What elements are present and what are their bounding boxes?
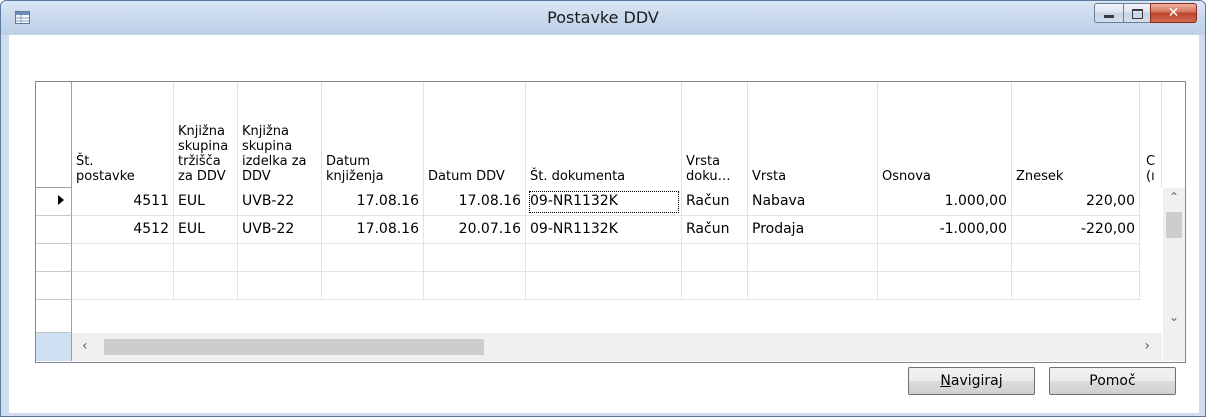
cell-empty[interactable]: [238, 272, 322, 300]
cell-vat-prod-group[interactable]: UVB-22: [238, 188, 322, 216]
column-header-truncated[interactable]: C (ı: [1140, 82, 1162, 188]
cell-amount[interactable]: -220,00: [1012, 216, 1140, 244]
cell-empty[interactable]: [526, 272, 682, 300]
cell-type[interactable]: Nabava: [748, 188, 878, 216]
cell-vat-bus-group[interactable]: EUL: [174, 216, 238, 244]
cell-empty[interactable]: [878, 272, 1012, 300]
cell-empty[interactable]: [682, 244, 748, 272]
row-selector-header[interactable]: [36, 82, 72, 188]
title-bar[interactable]: Postavke DDV ✕: [1, 1, 1205, 35]
cell-amount[interactable]: 220,00: [1012, 188, 1140, 216]
scroll-up-icon[interactable]: ⌃: [1163, 190, 1185, 204]
cell-empty[interactable]: [174, 244, 238, 272]
cell-document-type[interactable]: Račun: [682, 188, 748, 216]
close-icon: ✕: [1167, 5, 1180, 21]
minimize-icon: [1104, 15, 1114, 18]
cell-vat-bus-group[interactable]: EUL: [174, 188, 238, 216]
vertical-scroll-thumb[interactable]: [1166, 212, 1182, 238]
row-selector[interactable]: [36, 300, 72, 333]
cell-document-no[interactable]: 09-NR1132K: [526, 216, 682, 244]
cell-base[interactable]: 1.000,00: [878, 188, 1012, 216]
table-row[interactable]: [72, 272, 1162, 300]
cell-document-type[interactable]: Račun: [682, 216, 748, 244]
row-selector[interactable]: [36, 216, 72, 244]
horizontal-scroll-thumb[interactable]: [104, 339, 484, 355]
cell-empty[interactable]: [322, 272, 424, 300]
table-row[interactable]: [72, 244, 1162, 272]
scroll-left-icon[interactable]: ‹: [82, 338, 88, 354]
scroll-right-icon[interactable]: ›: [1144, 338, 1150, 354]
table-row[interactable]: 4511 EUL UVB-22 17.08.16 17.08.16 09-NR1…: [72, 188, 1162, 216]
current-row-arrow-icon: [58, 195, 64, 205]
grid-corner-selector[interactable]: [36, 333, 72, 361]
column-header-posting-date[interactable]: Datum knjiženja: [322, 82, 424, 188]
cell-entry-no[interactable]: 4512: [72, 216, 174, 244]
row-selector[interactable]: [36, 244, 72, 272]
navigate-accelerator: N: [940, 373, 951, 389]
cell-type[interactable]: Prodaja: [748, 216, 878, 244]
column-header-amount[interactable]: Znesek: [1012, 82, 1140, 188]
dialog-window: Postavke DDV ✕ Št. postavke Knjižna skup…: [0, 0, 1206, 417]
close-button[interactable]: ✕: [1150, 3, 1197, 23]
window-title: Postavke DDV: [547, 8, 659, 27]
cell-empty[interactable]: [748, 244, 878, 272]
cell-posting-date[interactable]: 17.08.16: [322, 188, 424, 216]
cell-empty[interactable]: [1012, 272, 1140, 300]
cell-empty[interactable]: [72, 244, 174, 272]
cell-empty[interactable]: [72, 272, 174, 300]
row-selector[interactable]: [36, 188, 72, 216]
cell-empty[interactable]: [878, 244, 1012, 272]
cell-empty[interactable]: [682, 272, 748, 300]
cell-vat-date[interactable]: 17.08.16: [424, 188, 526, 216]
dialog-content: Št. postavke Knjižna skupina tržišča za …: [9, 35, 1199, 413]
column-header-vat-date[interactable]: Datum DDV: [424, 82, 526, 188]
column-header-vat-bus-posting-group[interactable]: Knjižna skupina tržišča za DDV: [174, 82, 238, 188]
cell-vat-prod-group[interactable]: UVB-22: [238, 216, 322, 244]
cell-empty[interactable]: [526, 244, 682, 272]
vertical-scrollbar[interactable]: ⌃ ⌄: [1163, 188, 1185, 333]
cell-empty[interactable]: [174, 272, 238, 300]
cell-empty[interactable]: [322, 244, 424, 272]
column-header-base[interactable]: Osnova: [878, 82, 1012, 188]
column-header-entry-no[interactable]: Št. postavke: [72, 82, 174, 188]
cell-empty[interactable]: [748, 272, 878, 300]
column-header-vat-prod-posting-group[interactable]: Knjižna skupina izdelka za DDV: [238, 82, 322, 188]
help-button[interactable]: Pomoč: [1049, 367, 1176, 395]
row-selector[interactable]: [36, 272, 72, 300]
table-row[interactable]: 4512 EUL UVB-22 17.08.16 20.07.16 09-NR1…: [72, 216, 1162, 244]
minimize-button[interactable]: [1094, 3, 1123, 23]
column-header-document-type[interactable]: Vrsta doku…: [682, 82, 748, 188]
cell-base[interactable]: -1.000,00: [878, 216, 1012, 244]
horizontal-scrollbar[interactable]: ‹ ›: [72, 333, 1162, 361]
column-header-document-no[interactable]: Št. dokumenta: [526, 82, 682, 188]
cell-entry-no[interactable]: 4511: [72, 188, 174, 216]
cell-empty[interactable]: [1012, 244, 1140, 272]
cell-empty[interactable]: [424, 272, 526, 300]
maximize-icon: [1132, 9, 1143, 19]
cell-empty[interactable]: [238, 244, 322, 272]
cell-empty[interactable]: [424, 244, 526, 272]
scrollbar-corner: [1163, 333, 1185, 361]
cell-posting-date[interactable]: 17.08.16: [322, 216, 424, 244]
column-header-type[interactable]: Vrsta: [748, 82, 878, 188]
cell-document-no[interactable]: 09-NR1132K: [526, 188, 682, 216]
navigate-label: avigiraj: [950, 373, 1003, 389]
navigate-button[interactable]: Navigiraj: [908, 367, 1035, 395]
cell-vat-date[interactable]: 20.07.16: [424, 216, 526, 244]
vat-entries-grid: Št. postavke Knjižna skupina tržišča za …: [35, 81, 1186, 363]
maximize-button[interactable]: [1123, 3, 1150, 23]
scroll-down-icon[interactable]: ⌄: [1163, 310, 1185, 324]
